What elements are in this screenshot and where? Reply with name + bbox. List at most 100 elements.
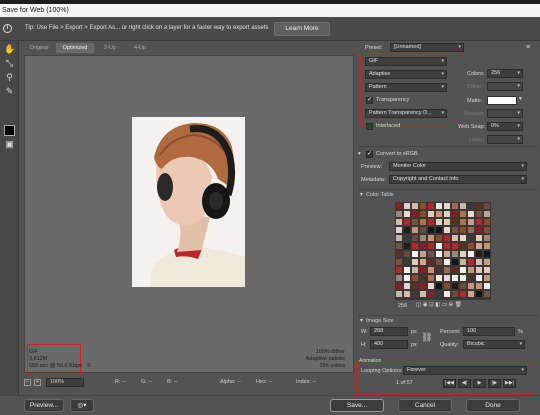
color-swatch[interactable] [452, 251, 458, 257]
color-swatch[interactable] [484, 235, 490, 241]
color-swatch[interactable] [444, 211, 450, 217]
color-swatch[interactable] [404, 251, 410, 257]
color-swatch[interactable] [476, 203, 482, 209]
color-swatch[interactable] [412, 259, 418, 265]
color-swatch[interactable] [460, 267, 466, 273]
color-swatch[interactable] [420, 227, 426, 233]
zoom-in-icon[interactable]: + [34, 379, 41, 386]
color-swatch[interactable] [444, 275, 450, 281]
color-swatch[interactable] [460, 251, 466, 257]
colors-select[interactable]: 256 ▾ [487, 69, 523, 78]
color-swatch[interactable] [396, 235, 402, 241]
color-swatch[interactable] [468, 219, 474, 225]
color-swatch[interactable] [460, 227, 466, 233]
color-swatch[interactable] [436, 211, 442, 217]
color-swatch[interactable] [484, 211, 490, 217]
color-swatch[interactable] [452, 219, 458, 225]
color-swatch[interactable] [420, 291, 426, 297]
dither-algorithm-select[interactable]: Pattern ▾ [365, 83, 447, 92]
color-swatch[interactable] [396, 243, 402, 249]
color-swatch[interactable] [412, 251, 418, 257]
color-swatch[interactable] [436, 275, 442, 281]
color-swatch[interactable] [444, 243, 450, 249]
color-swatch[interactable] [428, 211, 434, 217]
learn-more-button[interactable]: Learn More [274, 22, 330, 36]
color-swatch[interactable] [428, 203, 434, 209]
color-swatch[interactable] [428, 227, 434, 233]
color-swatch[interactable] [436, 283, 442, 289]
color-swatch[interactable] [460, 283, 466, 289]
color-swatch[interactable] [476, 259, 482, 265]
color-swatch[interactable] [476, 243, 482, 249]
color-swatch[interactable] [412, 211, 418, 217]
save-button[interactable]: Save... [330, 399, 384, 412]
color-swatch[interactable] [444, 203, 450, 209]
color-swatch[interactable] [436, 259, 442, 265]
width-input[interactable]: 268 [370, 327, 408, 336]
color-swatch[interactable] [428, 219, 434, 225]
convert-srgb-checkbox[interactable]: ✓ [366, 151, 373, 158]
color-swatch[interactable] [468, 275, 474, 281]
previous-frame-button[interactable]: ◀| [458, 379, 471, 388]
color-swatch[interactable] [452, 211, 458, 217]
first-frame-button[interactable]: |◀◀ [443, 379, 456, 388]
tab-4-up[interactable]: 4-Up [128, 43, 152, 53]
color-swatch[interactable] [468, 291, 474, 297]
color-swatch[interactable] [396, 259, 402, 265]
color-swatch[interactable] [436, 235, 442, 241]
color-swatch[interactable] [444, 219, 450, 225]
color-swatch[interactable] [420, 203, 426, 209]
color-swatch[interactable] [460, 211, 466, 217]
color-swatch[interactable] [452, 203, 458, 209]
web-snap-input[interactable]: 0% ▾ [487, 122, 523, 131]
color-swatch[interactable] [420, 235, 426, 241]
color-swatch[interactable] [452, 267, 458, 273]
color-swatch[interactable] [396, 251, 402, 257]
color-swatch[interactable] [452, 243, 458, 249]
color-swatch[interactable] [476, 211, 482, 217]
color-swatch[interactable] [428, 275, 434, 281]
color-swatch[interactable] [460, 243, 466, 249]
color-swatch[interactable] [444, 283, 450, 289]
transparency-dither-select[interactable]: Pattern Transparency D... ▾ [365, 109, 447, 118]
color-swatch[interactable] [484, 251, 490, 257]
tab-optimized[interactable]: Optimized [56, 43, 94, 53]
color-swatch[interactable] [452, 235, 458, 241]
color-swatch[interactable] [460, 235, 466, 241]
color-swatch[interactable] [404, 235, 410, 241]
color-swatch[interactable] [396, 275, 402, 281]
collapse-icon[interactable]: ▾ [358, 151, 361, 157]
color-swatch[interactable] [436, 291, 442, 297]
interlaced-checkbox[interactable] [366, 123, 373, 130]
color-swatch[interactable] [404, 275, 410, 281]
color-swatch[interactable] [452, 227, 458, 233]
zoom-tool-icon[interactable]: ⚲ [4, 72, 15, 83]
color-swatch[interactable] [452, 275, 458, 281]
color-swatch[interactable] [444, 259, 450, 265]
color-swatch[interactable] [460, 259, 466, 265]
color-swatch[interactable] [444, 267, 450, 273]
color-swatch[interactable] [420, 267, 426, 273]
color-swatch[interactable] [468, 251, 474, 257]
color-swatch[interactable] [412, 243, 418, 249]
percent-input[interactable]: 100 [463, 327, 515, 336]
toggle-slices-icon[interactable]: ▣ [4, 139, 15, 150]
slice-select-tool-icon[interactable]: ⤡ [4, 58, 15, 69]
color-swatch[interactable] [484, 283, 490, 289]
color-swatch[interactable] [436, 243, 442, 249]
color-swatch[interactable] [468, 235, 474, 241]
color-swatch[interactable] [396, 267, 402, 273]
color-swatch[interactable] [484, 291, 490, 297]
color-swatch[interactable] [468, 243, 474, 249]
color-swatch[interactable] [404, 219, 410, 225]
transparency-checkbox[interactable]: ✓ [366, 97, 373, 104]
color-swatch[interactable] [468, 203, 474, 209]
color-swatch[interactable] [484, 267, 490, 273]
done-button[interactable]: Done [466, 399, 520, 412]
color-swatch[interactable] [436, 227, 442, 233]
color-swatch[interactable] [420, 259, 426, 265]
color-swatch[interactable] [444, 291, 450, 297]
color-swatch[interactable] [444, 251, 450, 257]
color-swatch[interactable] [412, 203, 418, 209]
color-swatch[interactable] [476, 283, 482, 289]
